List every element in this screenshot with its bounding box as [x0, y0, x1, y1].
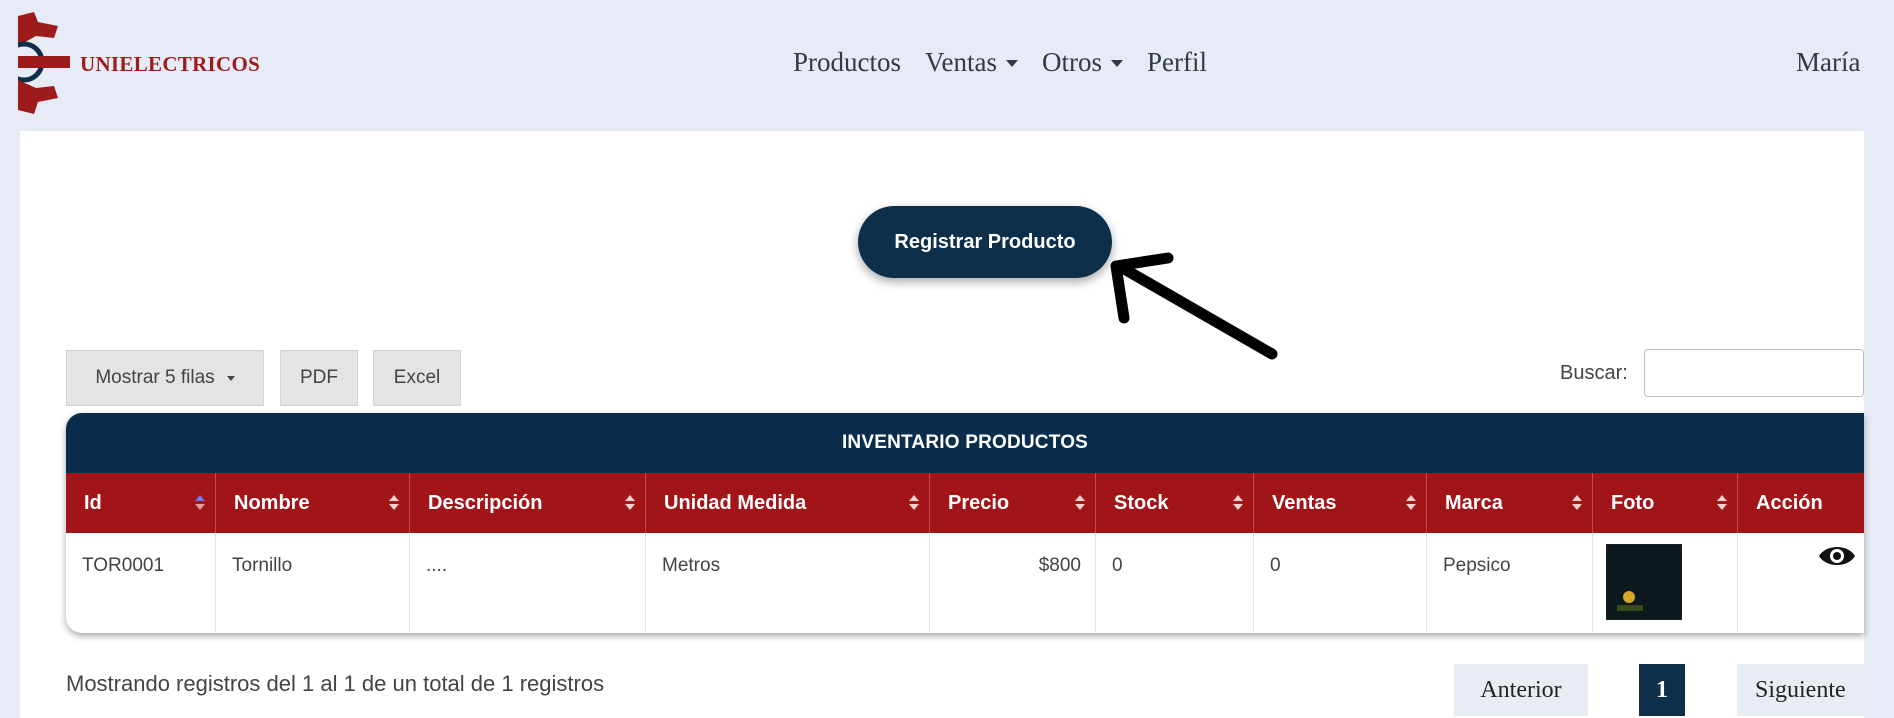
column-header-unidad-medida[interactable]: Unidad Medida — [646, 473, 930, 533]
register-product-button[interactable]: Registrar Producto — [858, 206, 1112, 278]
table-caption: INVENTARIO PRODUCTOS — [66, 413, 1864, 473]
column-header-label: Unidad Medida — [664, 491, 807, 514]
column-header-foto[interactable]: Foto — [1593, 473, 1738, 533]
column-header-label: Nombre — [234, 491, 310, 514]
nav-perfil[interactable]: Perfil — [1147, 47, 1207, 78]
sort-ascending-icon — [195, 495, 205, 510]
column-header-label: Marca — [1445, 491, 1503, 514]
caret-down-icon — [1110, 60, 1123, 67]
records-info: Mostrando registros del 1 al 1 de un tot… — [66, 671, 605, 696]
table-row: TOR0001 Tornillo .... Metros $800 0 0 Pe… — [66, 533, 1864, 633]
column-header-label: Stock — [1114, 491, 1169, 514]
column-header-ventas[interactable]: Ventas — [1254, 473, 1427, 533]
sort-icon — [1717, 495, 1727, 510]
cell-nombre: Tornillo — [216, 533, 410, 633]
column-header-label: Foto — [1611, 491, 1655, 514]
column-header-label: Ventas — [1272, 491, 1337, 514]
sort-icon — [1572, 495, 1582, 510]
column-header-nombre[interactable]: Nombre — [216, 473, 410, 533]
user-name[interactable]: María — [1796, 47, 1864, 78]
pagination-page-1[interactable]: 1 — [1639, 664, 1685, 716]
eye-icon[interactable] — [1818, 543, 1856, 569]
nav-perfil-label: Perfil — [1146, 47, 1207, 77]
cell-accion — [1738, 533, 1864, 633]
column-header-accion: Acción — [1738, 473, 1864, 533]
column-header-label: Descripción — [428, 491, 543, 514]
nav-ventas-dropdown[interactable]: Ventas — [925, 47, 1018, 78]
column-header-label: Acción — [1756, 491, 1823, 514]
cell-ventas: 0 — [1254, 533, 1427, 633]
nav-otros-dropdown[interactable]: Otros — [1042, 47, 1123, 78]
column-header-marca[interactable]: Marca — [1427, 473, 1593, 533]
inventory-table: INVENTARIO PRODUCTOS Id Nombre Descripci… — [66, 413, 1864, 633]
sort-icon — [389, 495, 399, 510]
pdf-export-button[interactable]: PDF — [280, 350, 358, 406]
nav-productos[interactable]: Productos — [793, 47, 901, 78]
sort-icon — [1406, 495, 1416, 510]
cell-unidad-medida: Metros — [646, 533, 930, 633]
cell-stock: 0 — [1096, 533, 1254, 633]
search-input[interactable] — [1644, 349, 1864, 397]
column-header-id[interactable]: Id — [66, 473, 216, 533]
cell-marca: Pepsico — [1427, 533, 1593, 633]
brand-name[interactable]: UNIELECTRICOS — [80, 52, 260, 77]
sort-icon — [909, 495, 919, 510]
gear-logo-icon[interactable] — [18, 12, 74, 114]
sort-icon — [1075, 495, 1085, 510]
show-rows-label: Mostrar 5 filas — [95, 367, 215, 388]
cell-foto — [1593, 533, 1738, 633]
excel-export-button[interactable]: Excel — [373, 350, 461, 406]
nav-otros-label: Otros — [1041, 47, 1102, 77]
pagination-previous-button[interactable]: Anterior — [1454, 664, 1588, 716]
search-label: Buscar: — [1560, 362, 1628, 384]
pagination-next-button[interactable]: Siguiente — [1737, 664, 1864, 716]
column-header-precio[interactable]: Precio — [930, 473, 1096, 533]
right-margin — [1864, 0, 1894, 718]
sort-icon — [1233, 495, 1243, 510]
main-nav: Productos Ventas Otros Perfil — [793, 47, 1207, 78]
nav-ventas-label: Ventas — [925, 47, 997, 77]
column-header-label: Id — [84, 491, 102, 514]
caret-down-icon — [226, 375, 235, 381]
top-navbar: UNIELECTRICOS Productos Ventas Otros Per… — [0, 0, 1894, 131]
sort-icon — [625, 495, 635, 510]
left-margin — [0, 131, 20, 718]
caret-down-icon — [1005, 60, 1018, 67]
cell-id: TOR0001 — [66, 533, 216, 633]
arrow-icon — [1110, 252, 1278, 360]
cell-descripcion: .... — [410, 533, 646, 633]
table-header-row: Id Nombre Descripción Unidad Medida Prec… — [66, 473, 1864, 533]
column-header-stock[interactable]: Stock — [1096, 473, 1254, 533]
column-header-label: Precio — [948, 491, 1010, 514]
cell-precio: $800 — [930, 533, 1096, 633]
column-header-descripcion[interactable]: Descripción — [410, 473, 646, 533]
nav-productos-label: Productos — [793, 47, 901, 77]
show-rows-dropdown[interactable]: Mostrar 5 filas — [66, 350, 264, 406]
product-photo-thumbnail[interactable] — [1607, 545, 1681, 619]
